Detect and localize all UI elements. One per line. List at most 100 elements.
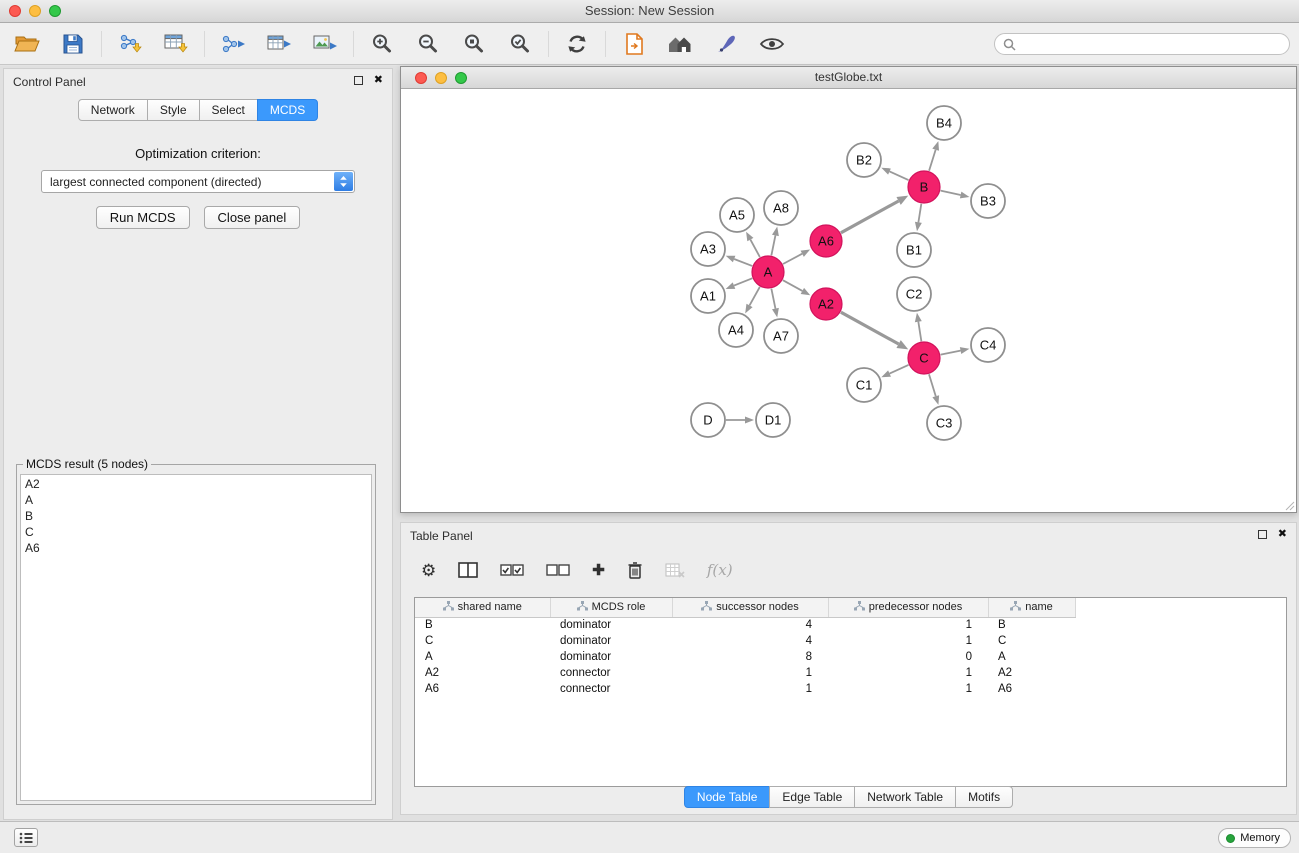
network-node-B[interactable]: B <box>908 171 940 203</box>
network-edge-A-A2[interactable] <box>783 280 802 291</box>
network-node-C1[interactable]: C1 <box>847 368 881 402</box>
zoom-in-button[interactable] <box>367 28 397 60</box>
network-edge-A6-B[interactable] <box>841 201 899 233</box>
network-node-A5[interactable]: A5 <box>720 198 754 232</box>
network-node-C3[interactable]: C3 <box>927 406 961 440</box>
network-edge-B-B3[interactable] <box>941 191 961 195</box>
network-node-B2[interactable]: B2 <box>847 143 881 177</box>
result-item[interactable]: A6 <box>25 540 367 556</box>
tab-node-table[interactable]: Node Table <box>684 786 771 808</box>
node-table-container[interactable]: shared name MCDS role successor nodes pr… <box>414 597 1287 787</box>
delete-column-button[interactable] <box>627 561 643 580</box>
network-edge-B-B1[interactable] <box>918 204 921 223</box>
network-edge-B-B4[interactable] <box>929 150 936 171</box>
table-row[interactable]: A dominator 8 0 A <box>415 649 1075 665</box>
network-node-B3[interactable]: B3 <box>971 184 1005 218</box>
run-mcds-button[interactable]: Run MCDS <box>96 206 190 229</box>
network-node-C[interactable]: C <box>908 342 940 374</box>
column-header-mcds-role[interactable]: MCDS role <box>550 598 672 617</box>
network-edge-A-A4[interactable] <box>750 287 760 306</box>
network-edge-A-A8[interactable] <box>771 235 775 255</box>
network-edge-C-C4[interactable] <box>941 351 961 355</box>
network-close-button[interactable] <box>415 72 427 84</box>
network-edge-B-B2[interactable] <box>890 171 909 180</box>
table-row[interactable]: A2 connector 1 1 A2 <box>415 665 1075 681</box>
network-canvas[interactable]: B4B2BB3A5A8A6B1A3AC2A1A2A4A7C4CC1C3DD1 <box>401 89 1296 512</box>
tab-network-table[interactable]: Network Table <box>854 786 956 808</box>
save-session-button[interactable] <box>58 28 88 60</box>
network-edge-A-A3[interactable] <box>734 259 752 266</box>
result-item[interactable]: A <box>25 492 367 508</box>
network-edge-A-A5[interactable] <box>750 240 760 257</box>
memory-button[interactable]: Memory <box>1218 828 1291 848</box>
network-edge-A-A1[interactable] <box>734 278 752 285</box>
network-node-A[interactable]: A <box>752 256 784 288</box>
column-header-name[interactable]: name <box>988 598 1075 617</box>
network-edge-A-A7[interactable] <box>771 289 775 309</box>
network-node-A6[interactable]: A6 <box>810 225 842 257</box>
zoom-selected-button[interactable] <box>505 28 535 60</box>
close-window-button[interactable] <box>9 5 21 17</box>
network-node-A7[interactable]: A7 <box>764 319 798 353</box>
table-row[interactable]: B dominator 4 1 B <box>415 617 1075 633</box>
network-edge-C-C1[interactable] <box>890 365 909 374</box>
first-neighbors-button[interactable] <box>665 28 695 60</box>
show-hide-details-button[interactable] <box>757 28 787 60</box>
network-node-A1[interactable]: A1 <box>691 279 725 313</box>
search-input[interactable] <box>1021 37 1281 51</box>
function-builder-button-disabled[interactable]: f(x) <box>707 561 733 579</box>
network-node-C2[interactable]: C2 <box>897 277 931 311</box>
resize-grip-icon[interactable] <box>1283 499 1295 511</box>
create-column-button[interactable]: ✚ <box>592 563 605 578</box>
network-window-titlebar[interactable]: testGlobe.txt <box>401 67 1296 89</box>
network-edge-C-C3[interactable] <box>929 374 936 396</box>
new-network-from-file-button[interactable] <box>619 28 649 60</box>
tab-motifs[interactable]: Motifs <box>955 786 1013 808</box>
network-edge-A2-C[interactable] <box>841 312 899 344</box>
select-all-columns-button[interactable] <box>500 564 524 577</box>
show-columns-button[interactable] <box>458 562 478 578</box>
network-node-A2[interactable]: A2 <box>810 288 842 320</box>
table-settings-button[interactable]: ⚙ <box>421 562 436 579</box>
open-session-button[interactable] <box>12 28 42 60</box>
apply-layout-button[interactable] <box>562 28 592 60</box>
table-row[interactable]: A6 connector 1 1 A6 <box>415 681 1075 697</box>
criterion-select[interactable]: largest connected component (directed) <box>41 170 355 193</box>
task-history-button[interactable] <box>14 828 38 847</box>
tab-mcds[interactable]: MCDS <box>257 99 318 121</box>
deselect-all-columns-button[interactable] <box>546 564 570 577</box>
minimize-window-button[interactable] <box>29 5 41 17</box>
network-edge-A-A6[interactable] <box>783 254 802 264</box>
network-minimize-button[interactable] <box>435 72 447 84</box>
close-panel-icon[interactable]: ✖ <box>1278 529 1287 540</box>
network-node-B1[interactable]: B1 <box>897 233 931 267</box>
import-table-button[interactable] <box>161 28 191 60</box>
zoom-fit-button[interactable] <box>459 28 489 60</box>
tab-select[interactable]: Select <box>199 99 258 121</box>
export-table-button[interactable] <box>264 28 294 60</box>
float-panel-icon[interactable] <box>1258 530 1267 539</box>
close-panel-button[interactable]: Close panel <box>204 206 301 229</box>
column-header-predecessor-nodes[interactable]: predecessor nodes <box>828 598 988 617</box>
column-header-shared-name[interactable]: shared name <box>415 598 550 617</box>
column-header-successor-nodes[interactable]: successor nodes <box>672 598 828 617</box>
tab-network[interactable]: Network <box>78 99 148 121</box>
export-image-button[interactable] <box>310 28 340 60</box>
network-node-C4[interactable]: C4 <box>971 328 1005 362</box>
tab-style[interactable]: Style <box>147 99 200 121</box>
result-item[interactable]: C <box>25 524 367 540</box>
export-network-button[interactable] <box>218 28 248 60</box>
network-node-A4[interactable]: A4 <box>719 313 753 347</box>
mcds-result-list[interactable]: A2 A B C A6 <box>20 474 372 801</box>
network-node-A8[interactable]: A8 <box>764 191 798 225</box>
delete-table-button-disabled[interactable] <box>665 563 685 578</box>
network-node-A3[interactable]: A3 <box>691 232 725 266</box>
float-panel-icon[interactable] <box>354 76 363 85</box>
zoom-out-button[interactable] <box>413 28 443 60</box>
network-node-B4[interactable]: B4 <box>927 106 961 140</box>
network-zoom-button[interactable] <box>455 72 467 84</box>
table-row[interactable]: C dominator 4 1 C <box>415 633 1075 649</box>
zoom-window-button[interactable] <box>49 5 61 17</box>
result-item[interactable]: B <box>25 508 367 524</box>
result-item[interactable]: A2 <box>25 476 367 492</box>
